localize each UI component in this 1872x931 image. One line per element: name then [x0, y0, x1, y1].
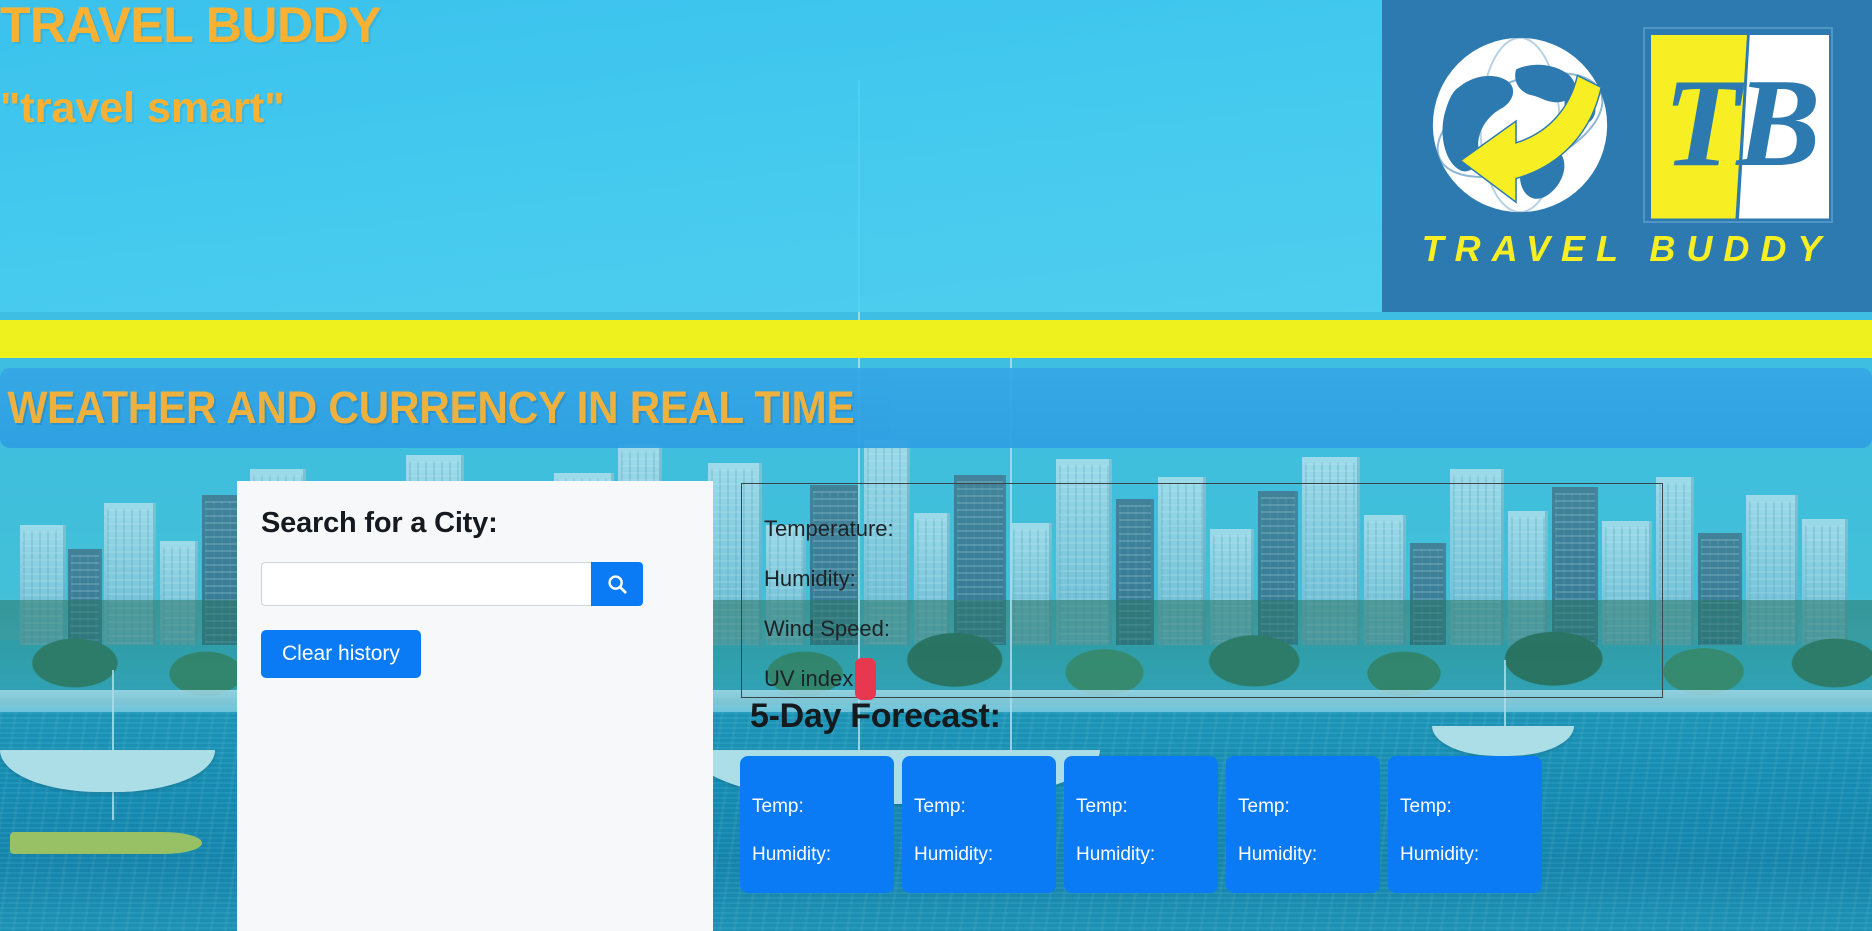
current-weather-panel: Temperature: Humidity: Wind Speed: UV in… [741, 483, 1663, 700]
globe-arrow-icon [1421, 26, 1619, 224]
brand-logo: TB TRAVEL BUDDY [1382, 0, 1872, 312]
forecast-temp-label: Temp: [1238, 796, 1290, 817]
brand-tagline: "travel smart" [0, 84, 285, 132]
forecast-card: Temp: Humidity: [740, 756, 894, 893]
forecast-temp-label: Temp: [752, 796, 804, 817]
logo-tb-text: TB [1663, 53, 1820, 193]
forecast-temp-label: Temp: [1400, 796, 1452, 817]
forecast-humidity-label: Humidity: [1238, 844, 1318, 865]
weather-wind-speed: Wind Speed: [764, 604, 1662, 654]
forecast-card: Temp: Humidity: [1388, 756, 1542, 893]
weather-humidity-label: Humidity: [764, 566, 856, 591]
forecast-card-row: Temp: Humidity: Temp: Humidity: Temp: Hu… [740, 756, 1550, 893]
search-heading: Search for a City: [261, 507, 498, 539]
search-panel: Search for a City: Clear history [237, 481, 713, 931]
forecast-humidity-label: Humidity: [1400, 844, 1480, 865]
yellow-divider [0, 320, 1872, 358]
forecast-humidity-label: Humidity: [914, 844, 994, 865]
weather-temperature: Temperature: [764, 504, 1662, 554]
app-root: TRAVEL BUDDY "travel smart" TB TRAVEL BU… [0, 0, 1872, 931]
weather-temperature-label: Temperature: [764, 516, 894, 541]
search-input[interactable] [261, 562, 591, 606]
logo-caption: TRAVEL BUDDY [1421, 228, 1833, 269]
search-row [261, 562, 643, 606]
page-title: TRAVEL BUDDY [0, 0, 382, 53]
weather-uv-index-label: UV index: [764, 666, 860, 691]
section-banner-title: WEATHER AND CURRENCY IN REAL TIME [7, 382, 855, 433]
forecast-card: Temp: Humidity: [1226, 756, 1380, 893]
uv-index-badge [855, 658, 877, 700]
clear-history-button[interactable]: Clear history [261, 630, 421, 678]
weather-wind-speed-label: Wind Speed: [764, 616, 890, 641]
forecast-humidity-label: Humidity: [1076, 844, 1156, 865]
section-banner: WEATHER AND CURRENCY IN REAL TIME [0, 368, 1872, 448]
logo-row: TB [1382, 12, 1872, 237]
search-button[interactable] [591, 562, 643, 606]
forecast-heading: 5-Day Forecast: [750, 697, 1001, 735]
forecast-temp-label: Temp: [914, 796, 966, 817]
forecast-temp-label: Temp: [1076, 796, 1128, 817]
logo-tb-mark: TB [1643, 26, 1833, 223]
forecast-card: Temp: Humidity: [902, 756, 1056, 893]
forecast-card: Temp: Humidity: [1064, 756, 1218, 893]
search-icon [606, 573, 628, 595]
weather-humidity: Humidity: [764, 554, 1662, 604]
forecast-humidity-label: Humidity: [752, 844, 832, 865]
